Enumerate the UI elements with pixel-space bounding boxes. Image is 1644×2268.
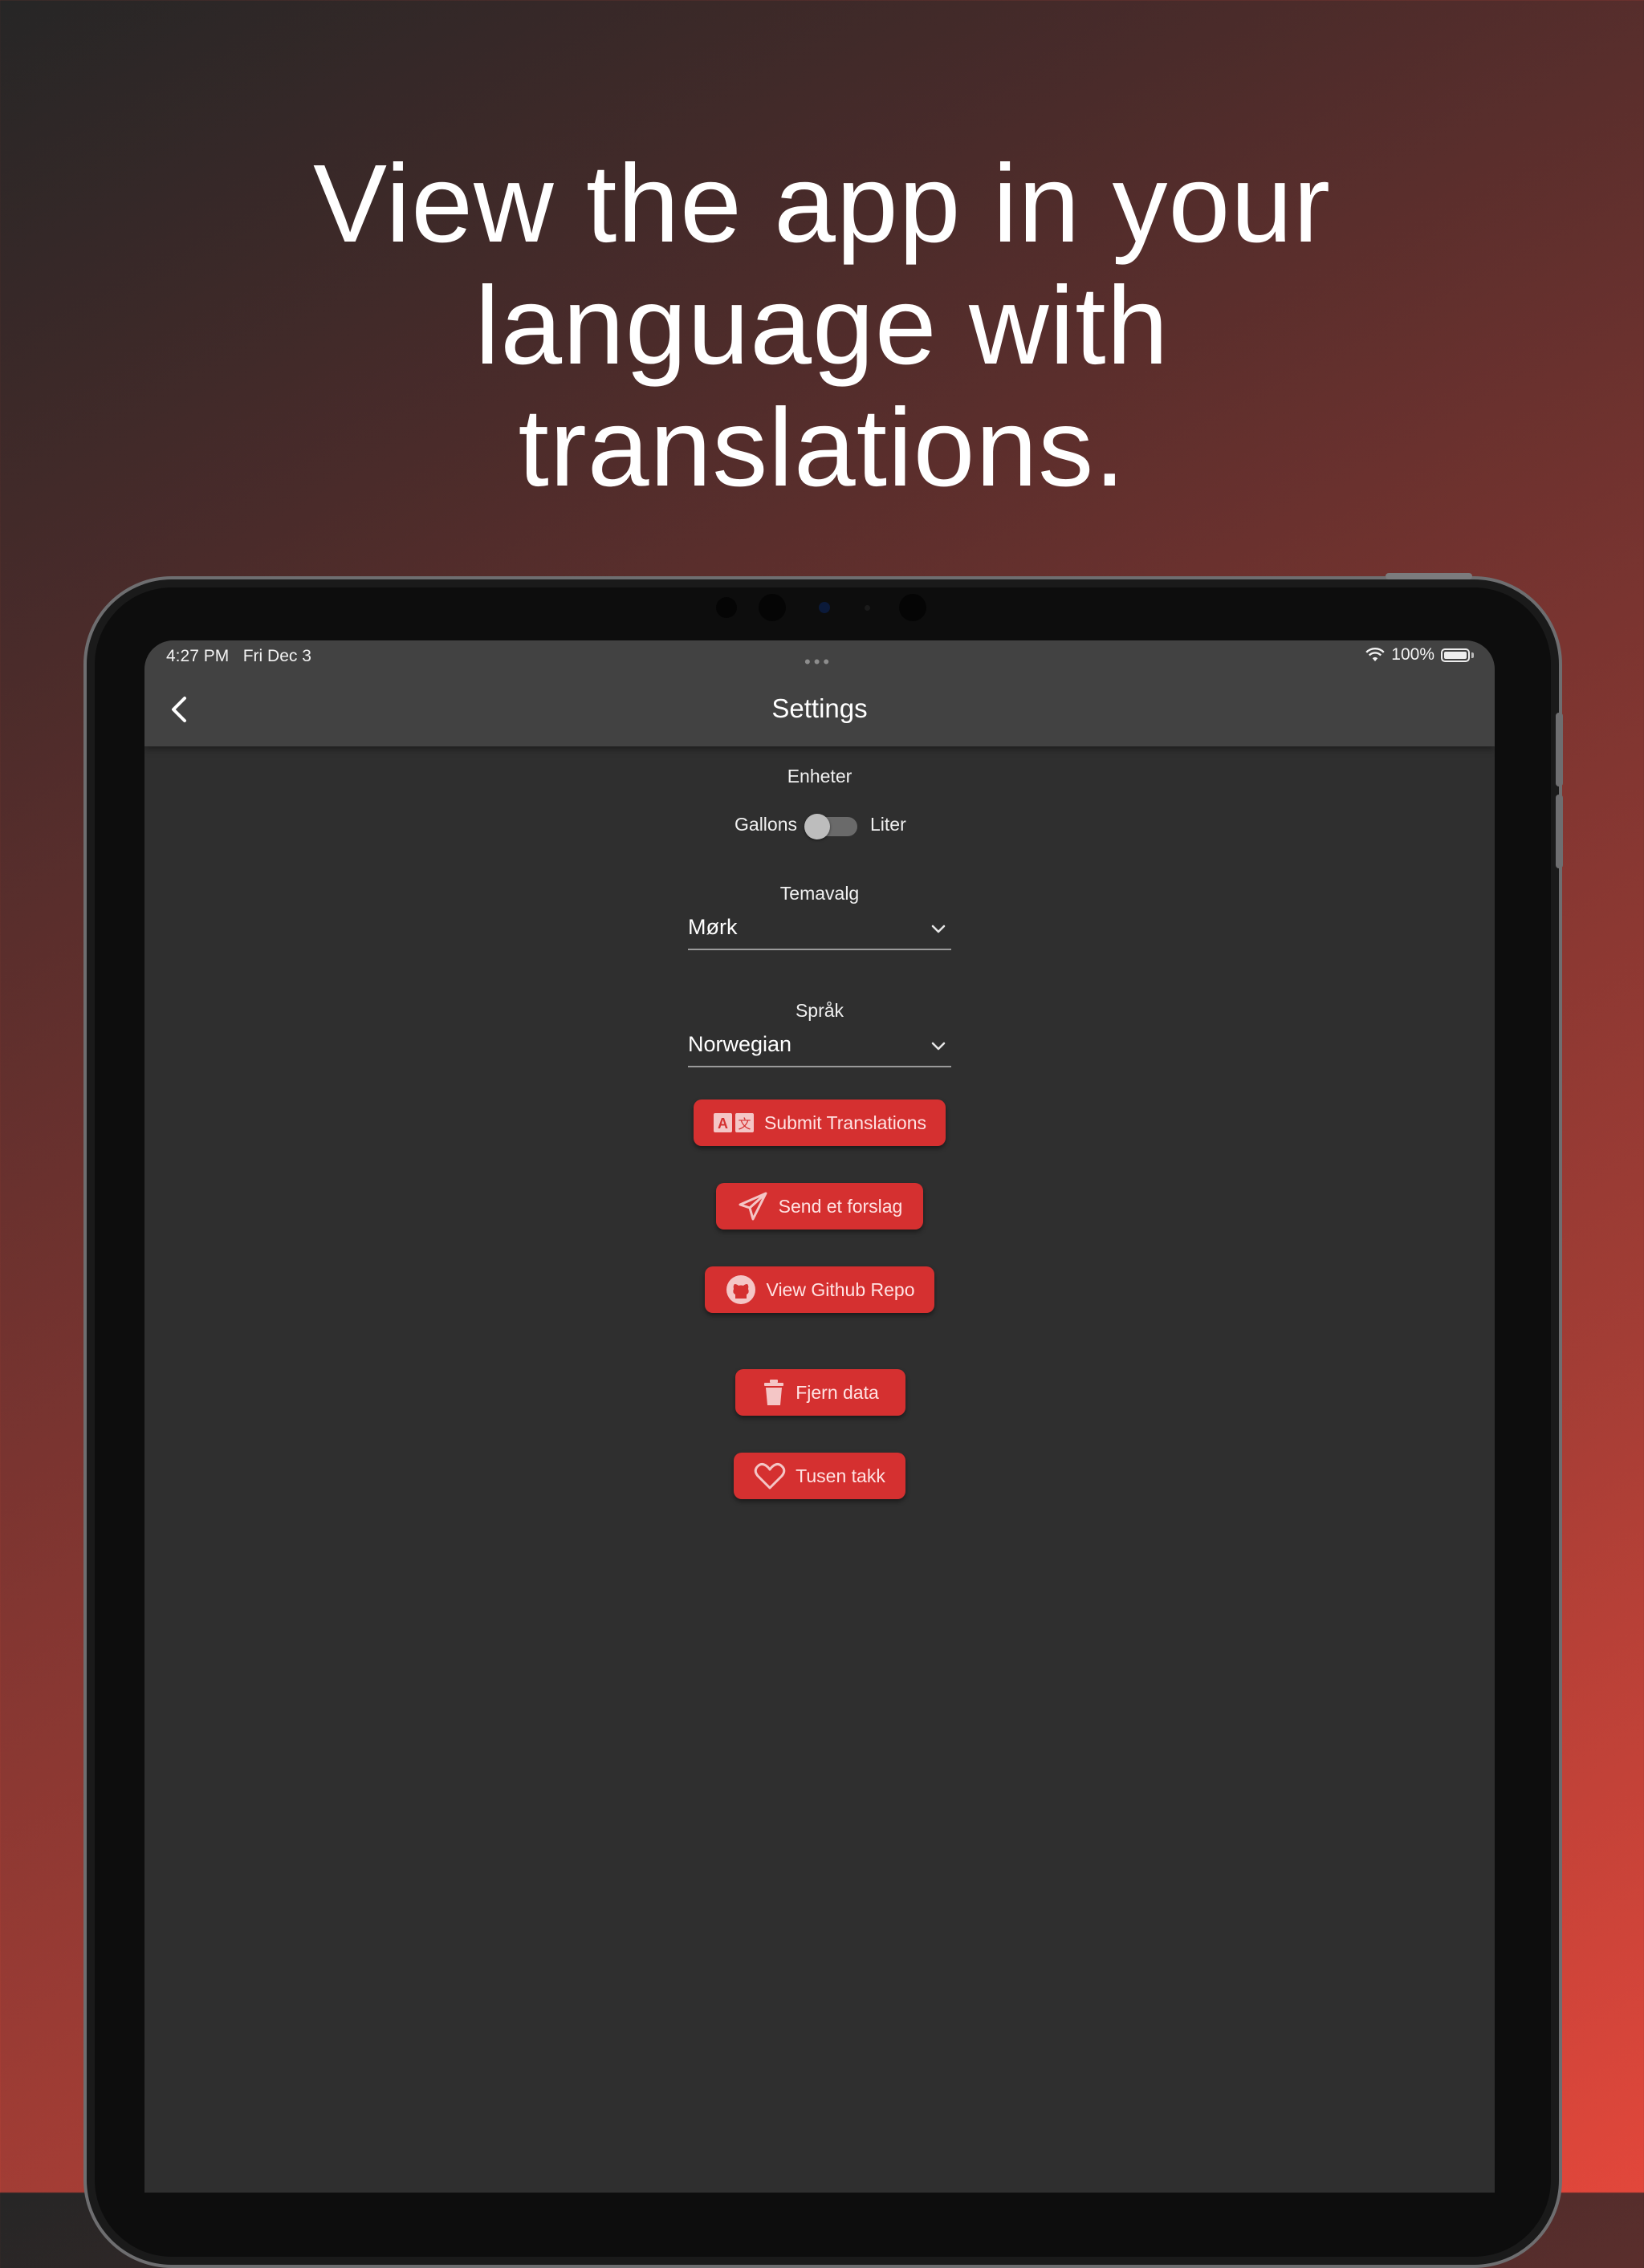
paper-plane-icon: [737, 1190, 769, 1222]
device-top-button: [1386, 573, 1472, 579]
units-option-liter: Liter: [870, 814, 906, 835]
multitasking-dots[interactable]: •••: [804, 652, 832, 673]
app-bar: 4:27 PM Fri Dec 3 ••• 100% Settings: [144, 640, 1495, 746]
status-date: Fri Dec 3: [242, 647, 311, 665]
heart-icon: [754, 1461, 786, 1490]
language-label: Språk: [795, 1000, 844, 1021]
headline-line-1: View the app in your: [313, 142, 1331, 266]
battery-percent: 100%: [1391, 645, 1434, 664]
submit-translations-button[interactable]: A 文 Submit Translations: [694, 1099, 946, 1146]
svg-text:文: 文: [738, 1116, 751, 1132]
github-repo-button[interactable]: View Github Repo: [705, 1266, 934, 1313]
camera-dot: [716, 597, 737, 618]
translate-icon: A 文: [713, 1112, 755, 1134]
chevron-down-icon: [931, 1042, 946, 1051]
send-suggestion-label: Send et forslag: [778, 1195, 903, 1217]
units-option-gallons: Gallons: [735, 814, 797, 835]
remove-data-label: Fjern data: [796, 1381, 879, 1403]
github-repo-label: View Github Repo: [766, 1278, 915, 1300]
status-bar-right: 100%: [1365, 645, 1474, 665]
battery-tip: [1471, 652, 1474, 658]
camera-dot-small: [865, 605, 870, 611]
camera-lens-right: [899, 594, 926, 621]
status-bar-time: 4:27 PM Fri Dec 3: [166, 647, 311, 666]
app-screen: 4:27 PM Fri Dec 3 ••• 100% Settings Enhe…: [144, 640, 1495, 2193]
camera-lens: [759, 594, 786, 621]
thanks-button[interactable]: Tusen takk: [734, 1453, 905, 1499]
theme-label: Temavalg: [779, 883, 860, 904]
headline-line-3: translations.: [518, 386, 1126, 510]
camera-sensor: [819, 602, 830, 613]
trash-icon: [762, 1379, 786, 1406]
toggle-knob: [804, 814, 830, 839]
marketing-headline: View the app in your language with trans…: [0, 143, 1644, 509]
theme-selected-value: Mørk: [688, 915, 738, 939]
page-title: Settings: [771, 693, 868, 723]
thanks-label: Tusen takk: [796, 1465, 885, 1486]
wifi-icon: [1365, 648, 1385, 661]
units-toggle-row: Gallons Liter: [144, 814, 1495, 841]
github-icon: [725, 1274, 757, 1306]
theme-dropdown[interactable]: Mørk: [688, 913, 951, 950]
svg-text:A: A: [718, 1116, 728, 1132]
language-dropdown[interactable]: Norwegian: [688, 1030, 951, 1067]
status-time: 4:27 PM: [166, 647, 230, 665]
headline-line-2: language with: [474, 264, 1170, 388]
language-selected-value: Norwegian: [688, 1032, 792, 1056]
battery-icon: [1441, 648, 1470, 662]
device-volume-up-button: [1556, 713, 1563, 786]
remove-data-button[interactable]: Fjern data: [735, 1369, 905, 1416]
send-suggestion-button[interactable]: Send et forslag: [716, 1183, 923, 1230]
units-toggle-switch[interactable]: [804, 814, 857, 839]
units-label: Enheter: [787, 766, 853, 786]
submit-translations-label: Submit Translations: [764, 1112, 926, 1133]
device-volume-down-button: [1556, 795, 1563, 868]
chevron-down-icon: [931, 925, 946, 933]
